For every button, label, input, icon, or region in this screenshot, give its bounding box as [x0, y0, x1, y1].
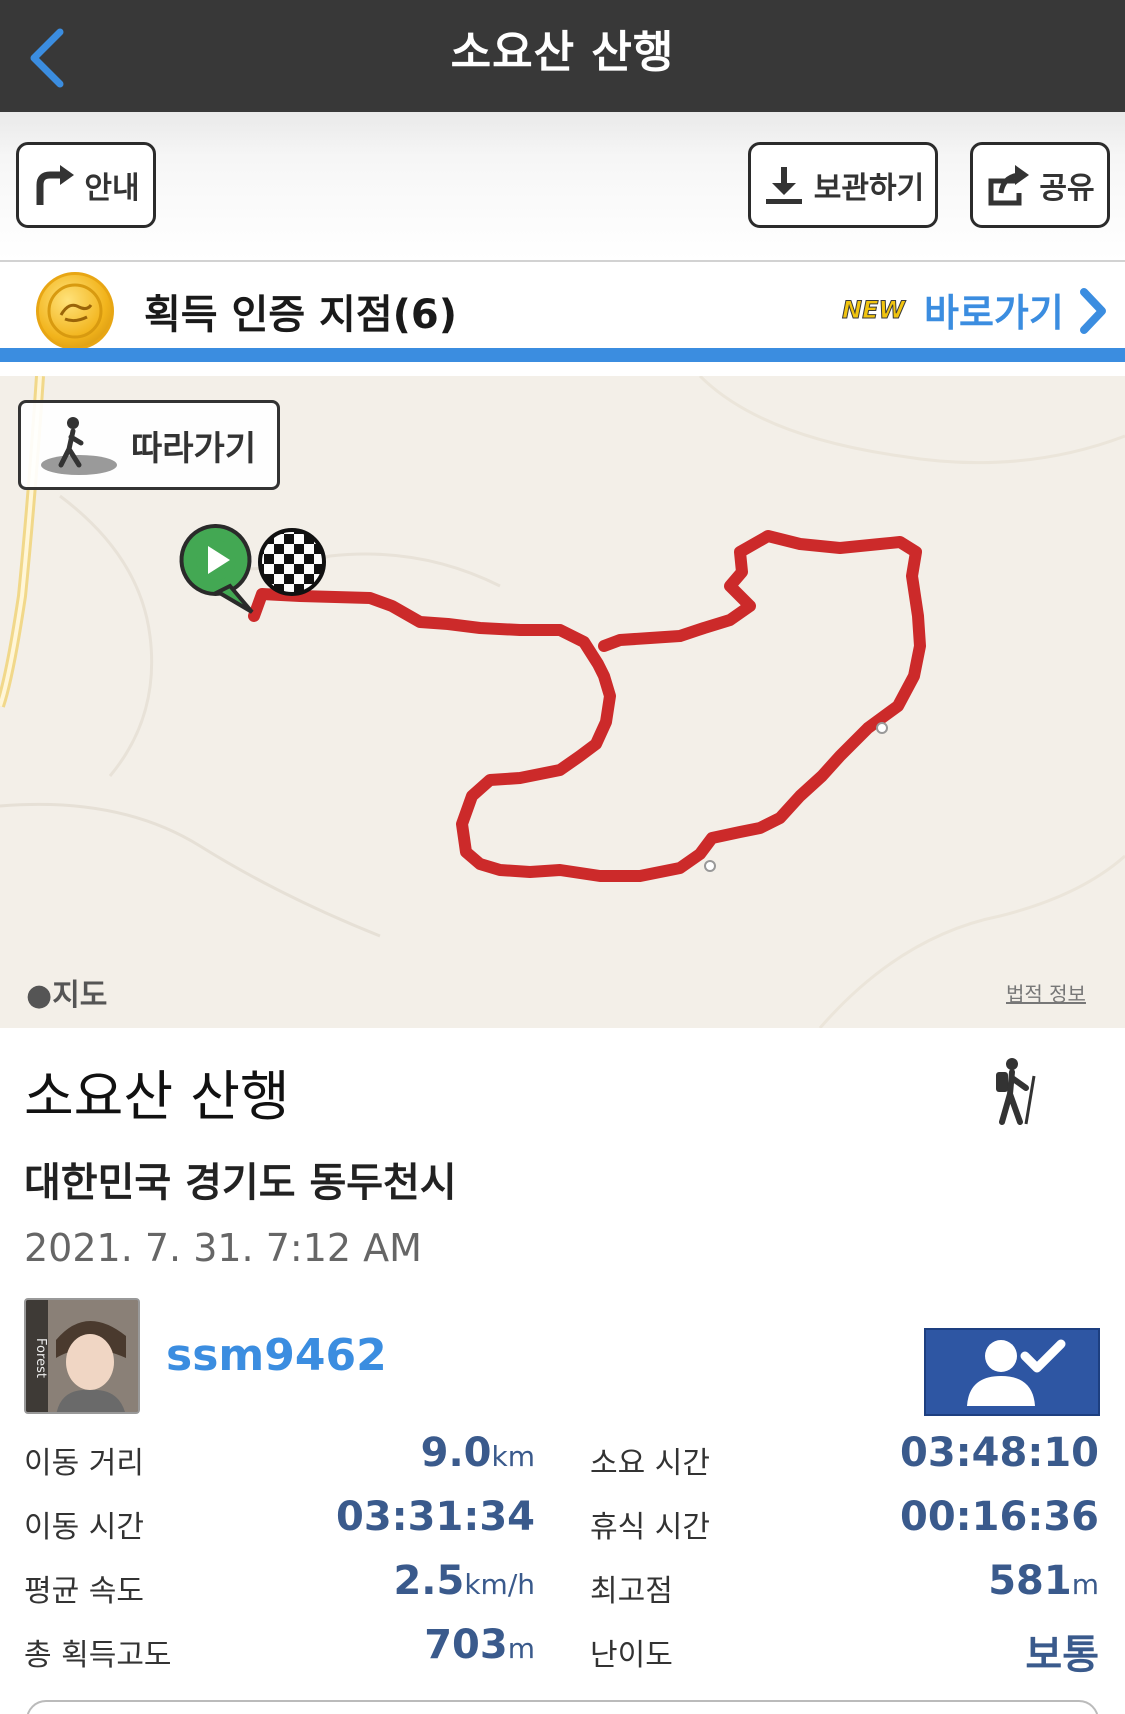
trip-datetime: 2021. 7. 31. 7:12 AM — [24, 1226, 422, 1270]
stat-label-total-ascent: 총 획득고도 — [24, 1638, 172, 1673]
new-badge: NEW — [842, 296, 906, 325]
certification-points-row[interactable]: 획득 인증 지점(6) NEW 바로가기 — [0, 262, 1125, 362]
save-label: 보관하기 — [813, 171, 925, 206]
follow-user-button[interactable] — [924, 1328, 1100, 1416]
share-button[interactable]: 공유 — [970, 142, 1110, 228]
guide-button[interactable]: 안내 — [16, 142, 156, 228]
walker-icon — [41, 417, 117, 475]
stat-value-distance: 9.0km — [420, 1430, 535, 1476]
stat-value-rest-time: 00:16:36 — [900, 1494, 1099, 1540]
apple-logo-icon: ● — [26, 978, 53, 1013]
stat-value-total-time: 03:48:10 — [900, 1430, 1099, 1476]
legal-info-link[interactable]: 법적 정보 — [1006, 978, 1086, 1007]
section-divider — [0, 348, 1125, 362]
stat-value-difficulty: 보통 — [1025, 1632, 1099, 1678]
share-icon — [988, 165, 1030, 206]
save-button[interactable]: 보관하기 — [748, 142, 938, 228]
stat-value-moving-time: 03:31:34 — [336, 1494, 535, 1540]
turn-right-icon — [36, 165, 75, 205]
top-navbar: 소요산 산행 — [0, 0, 1125, 112]
medal-icon — [36, 272, 114, 350]
username-link[interactable]: ssm9462 — [166, 1330, 387, 1381]
chevron-right-icon[interactable] — [1076, 286, 1110, 336]
stat-label-distance: 이동 거리 — [24, 1446, 144, 1481]
page-title: 소요산 산행 — [450, 27, 675, 78]
share-label: 공유 — [1039, 171, 1095, 206]
follow-route-label: 따라가기 — [131, 428, 257, 469]
stat-value-max-altitude: 581m — [988, 1558, 1099, 1604]
hiker-icon — [996, 1058, 1036, 1125]
stat-label-total-time: 소요 시간 — [590, 1446, 710, 1481]
route-map[interactable]: 따라가기 ●지도 법적 정보 — [0, 376, 1125, 1028]
guide-label: 안내 — [84, 171, 140, 206]
bottom-card-edge — [26, 1700, 1099, 1714]
trip-title: 소요산 산행 — [24, 1065, 290, 1128]
trip-location: 대한민국 경기도 동두천시 — [24, 1160, 457, 1206]
stat-label-moving-time: 이동 시간 — [24, 1510, 144, 1545]
stat-value-total-ascent: 703m — [424, 1622, 535, 1668]
download-icon — [765, 167, 802, 204]
stat-label-rest-time: 휴식 시간 — [590, 1510, 710, 1545]
action-toolbar: 안내 보관하기 공유 — [0, 112, 1125, 262]
certification-points-title: 획득 인증 지점(6) — [144, 292, 458, 338]
map-brand: ●지도 — [26, 970, 107, 1014]
go-to-link[interactable]: 바로가기 — [924, 282, 1064, 337]
stat-label-max-altitude: 최고점 — [590, 1574, 673, 1609]
map-brand-label: 지도 — [52, 978, 108, 1013]
follow-route-button[interactable]: 따라가기 — [18, 400, 280, 490]
user-check-icon — [967, 1339, 1066, 1406]
route-track — [248, 530, 926, 882]
stat-value-avg-speed: 2.5km/h — [393, 1558, 535, 1604]
stat-label-difficulty: 난이도 — [590, 1638, 673, 1673]
finish-flag-icon — [258, 528, 326, 596]
avatar-sign-text: Forest — [33, 1338, 48, 1378]
start-marker-icon — [179, 524, 254, 614]
avatar[interactable]: Forest — [24, 1298, 140, 1414]
stat-label-avg-speed: 평균 속도 — [24, 1574, 144, 1609]
